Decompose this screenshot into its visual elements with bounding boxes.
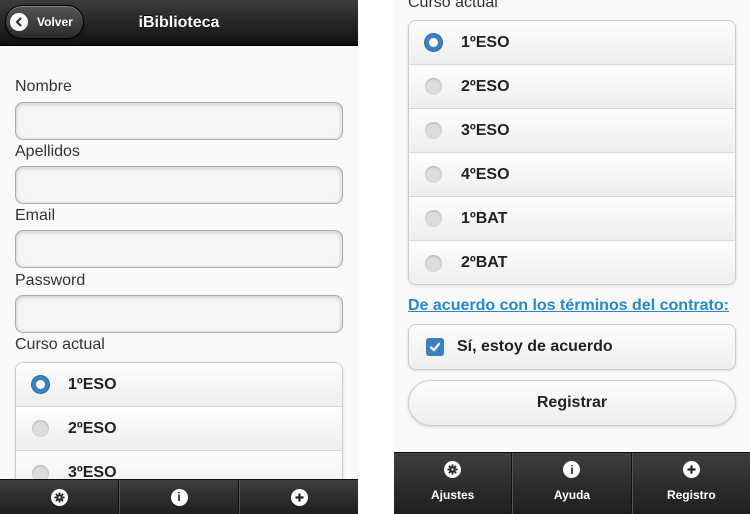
footer-navbar: i xyxy=(0,479,358,514)
course-option-3eso[interactable]: 3ºESO xyxy=(409,109,735,153)
course-option-4eso[interactable]: 4ºESO xyxy=(409,153,735,197)
course-option-label: 2ºESO xyxy=(68,419,117,437)
course-option-2bat[interactable]: 2ºBAT xyxy=(409,241,735,284)
nav-help[interactable]: i Ayuda xyxy=(512,453,632,514)
radio-icon xyxy=(425,122,442,139)
radio-icon xyxy=(425,254,442,272)
course-label: Curso actual xyxy=(15,336,105,353)
email-field[interactable] xyxy=(15,230,343,268)
checkmark-icon xyxy=(426,338,444,356)
surname-label: Apellidos xyxy=(15,143,80,160)
course-option-label: 1ºESO xyxy=(461,33,510,51)
info-icon: i xyxy=(563,461,581,478)
nav-register[interactable] xyxy=(239,480,358,514)
gear-icon xyxy=(444,461,462,478)
radio-selected-icon xyxy=(425,34,442,51)
radio-icon xyxy=(425,166,442,183)
course-option-1eso[interactable]: 1ºESO xyxy=(16,363,342,407)
course-option-2eso[interactable]: 2ºESO xyxy=(409,65,735,109)
nav-settings[interactable] xyxy=(0,480,119,514)
nav-register-label: Registro xyxy=(666,488,716,502)
course-option-1bat[interactable]: 1ºBAT xyxy=(409,197,735,241)
course-option-label: 1ºESO xyxy=(68,375,117,393)
plus-icon xyxy=(290,488,308,506)
nav-help-label: Ayuda xyxy=(553,488,591,502)
course-option-1eso[interactable]: 1ºESO xyxy=(409,21,735,65)
email-label: Email xyxy=(15,207,56,224)
course-option-label: 2ºBAT xyxy=(461,254,508,271)
nav-help[interactable]: i xyxy=(119,480,239,514)
name-field[interactable] xyxy=(15,102,343,140)
registration-screen-top: Volver iBiblioteca Nombre Apellidos Emai… xyxy=(0,0,358,514)
course-option-2eso[interactable]: 2ºESO xyxy=(16,407,342,451)
password-field[interactable] xyxy=(15,295,343,333)
footer-navbar: Ajustes i Ayuda Registro xyxy=(394,452,750,514)
radio-icon xyxy=(32,420,49,437)
course-option-label: 2ºESO xyxy=(461,77,510,95)
surname-field[interactable] xyxy=(15,166,343,204)
radio-icon xyxy=(425,210,442,227)
terms-link[interactable]: De acuerdo con los términos del contrato… xyxy=(408,297,729,315)
registration-screen-bottom: Curso actual 1ºESO 2ºESO 3ºESO 4ºESO 1ºB… xyxy=(394,0,750,514)
terms-checkbox-label: Sí, estoy de acuerdo xyxy=(457,338,613,355)
radio-icon xyxy=(425,78,442,95)
password-label: Password xyxy=(15,272,86,289)
nav-settings-label: Ajustes xyxy=(430,488,475,502)
nav-settings[interactable]: Ajustes xyxy=(394,453,513,514)
terms-checkbox-group: Sí, estoy de acuerdo xyxy=(408,324,736,370)
course-option-label: 4ºESO xyxy=(461,165,510,183)
course-option-label: 1ºBAT xyxy=(461,209,508,227)
gear-icon xyxy=(50,488,68,506)
nav-register[interactable]: Registro xyxy=(631,453,750,514)
terms-checkbox[interactable]: Sí, estoy de acuerdo xyxy=(409,325,735,369)
register-button[interactable]: Registrar xyxy=(408,380,736,426)
course-label: Curso actual xyxy=(408,0,498,11)
name-label: Nombre xyxy=(15,78,72,95)
radio-selected-icon xyxy=(32,376,49,393)
info-icon: i xyxy=(170,488,188,506)
course-radio-group: 1ºESO 2ºESO 3ºESO 4ºESO 1ºBAT 2ºBAT xyxy=(408,20,736,285)
plus-icon xyxy=(682,461,700,478)
course-option-label: 3ºESO xyxy=(461,121,510,139)
